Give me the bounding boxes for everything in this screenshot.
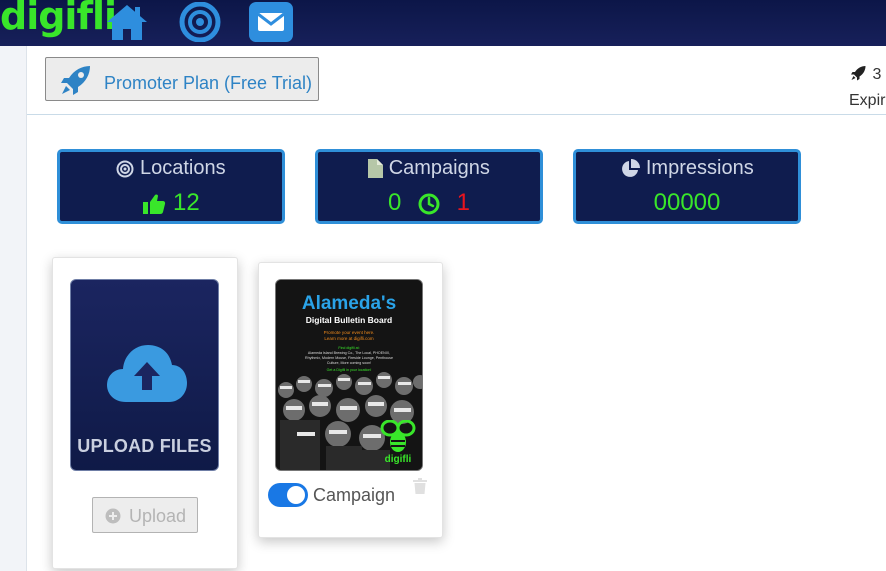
- rocket-icon: [61, 66, 90, 95]
- promoter-plan-label: Promoter Plan (Free Trial): [104, 73, 313, 93]
- file-icon: [368, 159, 384, 179]
- campaign-toggle[interactable]: [268, 483, 308, 507]
- active-campaigns-count: 0: [387, 189, 402, 216]
- pie-chart-icon: [622, 158, 641, 177]
- cloud-upload-icon: [107, 345, 187, 402]
- poster-brand: digifli: [384, 454, 412, 465]
- upload-files-dropzone[interactable]: UPLOAD FILES: [70, 279, 219, 471]
- clock-icon: [418, 193, 440, 215]
- campaign-poster[interactable]: Alameda's Digital Bulletin Board Promote…: [275, 279, 423, 471]
- poster-get-line: Get a Digifli in your location!: [326, 368, 372, 372]
- plan-days-count: 3: [872, 66, 882, 83]
- trash-icon[interactable]: [413, 478, 427, 494]
- home-icon[interactable]: [104, 2, 150, 42]
- pending-campaigns-count: 1: [456, 189, 471, 216]
- campaign-label: Campaign: [313, 485, 396, 505]
- campaigns-label: Campaigns: [388, 157, 490, 179]
- plus-circle-icon: [105, 508, 121, 524]
- poster-subtitle: Digital Bulletin Board: [305, 315, 393, 325]
- locations-label: Locations: [139, 157, 226, 179]
- upload-button-label: Upload: [129, 506, 187, 526]
- impressions-count: 00000: [653, 189, 721, 216]
- rocket-icon: [851, 66, 866, 81]
- toggle-knob: [287, 486, 305, 504]
- digifli-logo[interactable]: digifli: [0, 0, 117, 38]
- poster-venues-line-3: Culture, More coming soon!: [326, 361, 372, 365]
- target-icon[interactable]: [177, 2, 223, 42]
- poster-title: Alameda's: [301, 293, 397, 314]
- promoter-plan-button[interactable]: Promoter Plan (Free Trial): [45, 57, 319, 101]
- target-icon: [116, 160, 134, 178]
- plan-expiry-label: Expir: [849, 92, 886, 109]
- locations-stat[interactable]: Locations 12: [57, 149, 285, 224]
- thumbs-up-icon: [143, 194, 166, 214]
- impressions-stat[interactable]: Impressions 00000: [573, 149, 801, 224]
- upload-files-label: UPLOAD FILES: [77, 436, 212, 456]
- digifli-bee-icon: [380, 420, 416, 452]
- top-navbar: digifli: [0, 0, 886, 46]
- campaigns-stat[interactable]: Campaigns 0 1: [315, 149, 543, 224]
- impressions-label: Impressions: [645, 157, 754, 179]
- left-rail: [0, 46, 27, 571]
- poster-learn-line: Learn more at digifli.com: [324, 336, 374, 341]
- upload-button[interactable]: Upload: [92, 497, 198, 533]
- locations-count: 12: [172, 189, 200, 216]
- mail-icon[interactable]: [248, 2, 294, 42]
- plan-expiry-info: 3 Expir: [849, 62, 886, 114]
